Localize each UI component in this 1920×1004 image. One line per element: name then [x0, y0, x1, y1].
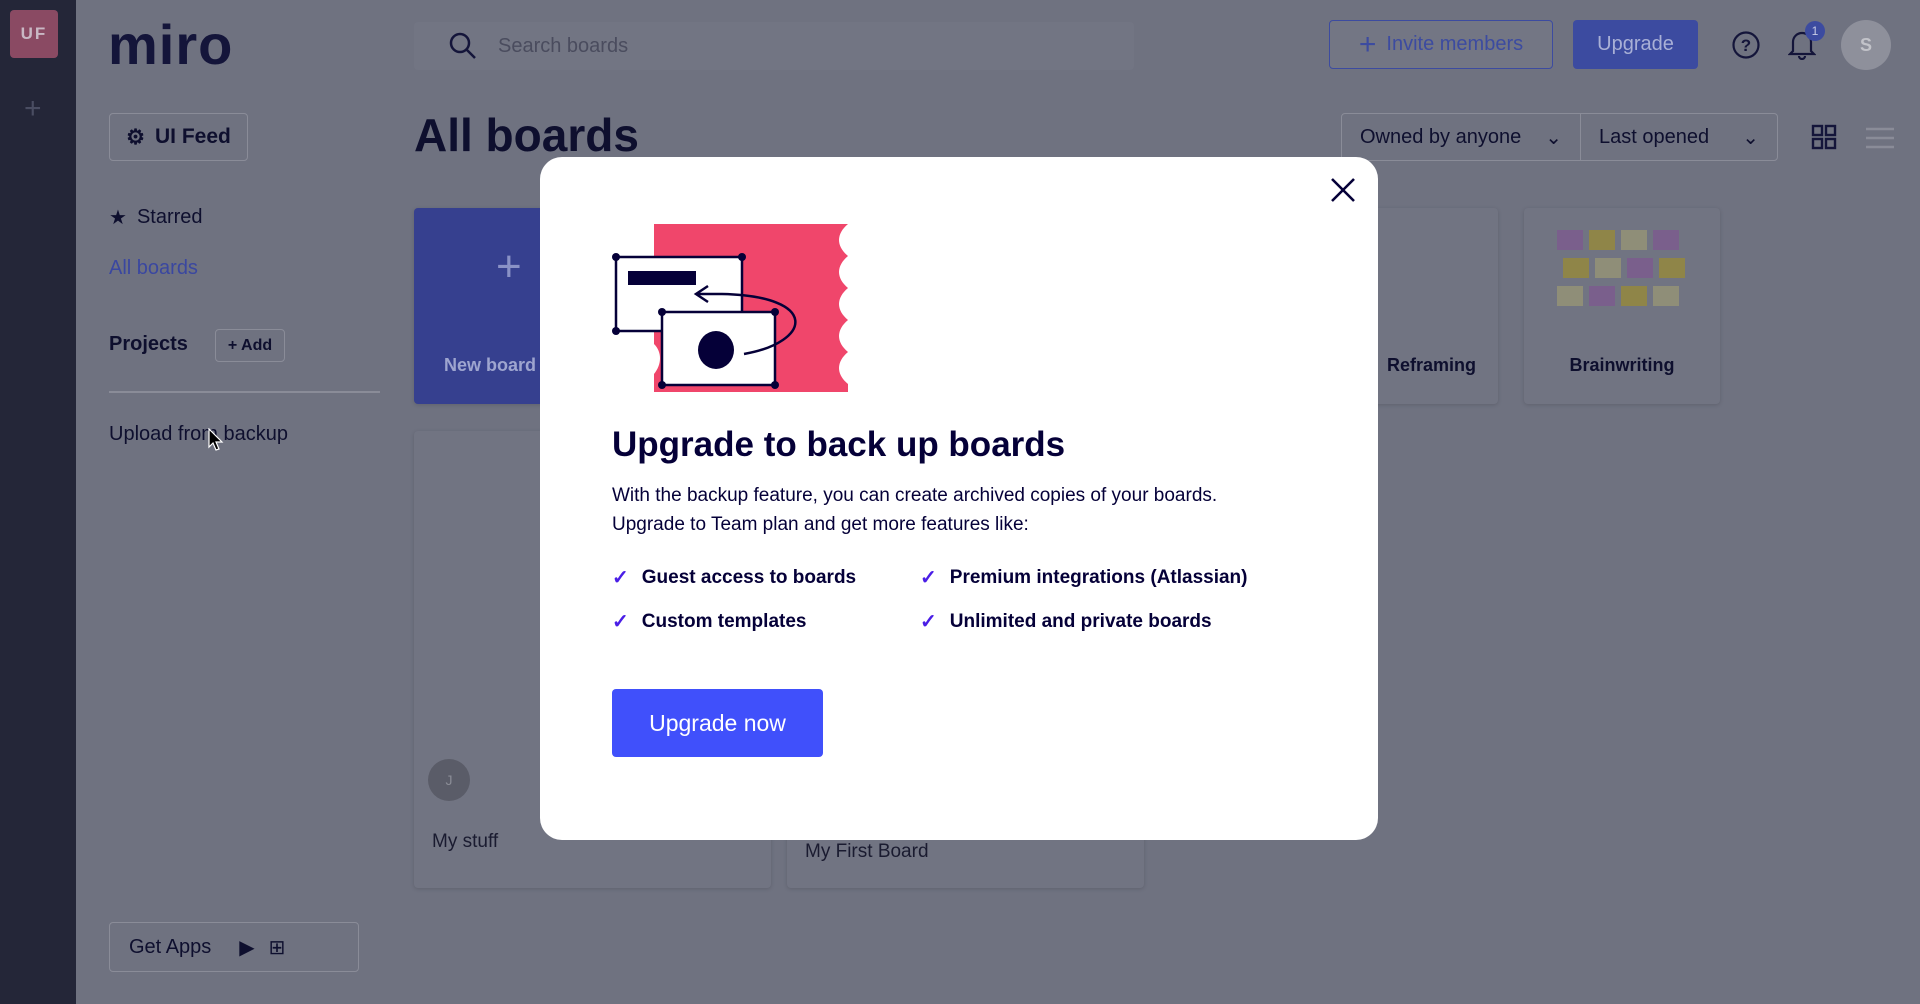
- board-name: My stuff: [432, 831, 499, 852]
- template-label: Brainwriting: [1569, 355, 1675, 375]
- star-icon: ★: [109, 207, 127, 229]
- upgrade-button[interactable]: Upgrade: [1573, 20, 1698, 69]
- feature-item: ✓ Premium integrations (Atlassian): [920, 565, 1248, 590]
- feature-label: Custom templates: [641, 610, 807, 632]
- sort-value: Last opened: [1599, 125, 1710, 148]
- team-name: UI Feed: [154, 125, 231, 148]
- get-apps-button[interactable]: Get Apps ▶ ⊞: [109, 922, 359, 972]
- chevron-down-icon: ⌄: [1545, 126, 1562, 149]
- list-view-icon[interactable]: [1866, 126, 1894, 150]
- backup-illustration: [612, 224, 848, 392]
- starred-label: Starred: [136, 206, 203, 228]
- invite-members-button[interactable]: + Invite members: [1329, 20, 1553, 69]
- template-label: Reframing: [1386, 355, 1476, 375]
- upgrade-now-button[interactable]: Upgrade now: [612, 689, 823, 757]
- search-input[interactable]: [498, 34, 998, 58]
- gear-icon: ⚙: [126, 125, 145, 149]
- sidebar-divider: [109, 391, 380, 393]
- workspace-badge[interactable]: UF: [10, 10, 58, 58]
- description-line: With the backup feature, you can create …: [612, 485, 1218, 506]
- modal-description: With the backup feature, you can create …: [612, 481, 1312, 539]
- check-icon: ✓: [920, 567, 937, 589]
- owner-filter-dropdown[interactable]: Owned by anyone ⌄: [1342, 114, 1581, 160]
- feature-item: ✓ Custom templates: [612, 609, 806, 634]
- windows-icon[interactable]: ⊞: [269, 935, 286, 960]
- owner-filter-value: Owned by anyone: [1360, 125, 1522, 148]
- owner-avatar: J: [428, 759, 470, 801]
- sidebar-item-starred[interactable]: ★ Starred: [109, 205, 203, 230]
- add-workspace-icon[interactable]: +: [24, 92, 42, 126]
- template-card-brainwriting[interactable]: Brainwriting: [1524, 208, 1720, 404]
- plus-icon: +: [1358, 27, 1377, 61]
- template-label: New board: [444, 355, 537, 375]
- sticky-notes-thumbnail: [1557, 230, 1685, 306]
- svg-text:?: ?: [1741, 36, 1751, 55]
- chevron-down-icon: ⌄: [1742, 126, 1759, 149]
- grid-view-icon[interactable]: [1811, 124, 1837, 150]
- user-avatar[interactable]: S: [1841, 20, 1891, 70]
- search-bar[interactable]: [414, 22, 1134, 70]
- page-title: All boards: [414, 109, 639, 161]
- plus-icon: +: [496, 242, 522, 291]
- board-filters: Owned by anyone ⌄ Last opened ⌄: [1341, 113, 1778, 161]
- sort-dropdown[interactable]: Last opened ⌄: [1581, 114, 1777, 160]
- modal-title: Upgrade to back up boards: [612, 425, 1066, 464]
- feature-item: ✓ Unlimited and private boards: [920, 609, 1212, 634]
- feature-label: Premium integrations (Atlassian): [949, 566, 1248, 588]
- close-icon[interactable]: [1326, 173, 1360, 207]
- board-name: My First Board: [805, 841, 929, 862]
- help-icon[interactable]: ?: [1731, 30, 1761, 60]
- add-project-button[interactable]: + Add: [215, 329, 285, 362]
- google-play-icon[interactable]: ▶: [239, 935, 254, 960]
- feature-item: ✓ Guest access to boards: [612, 565, 856, 590]
- projects-heading: Projects: [109, 333, 188, 355]
- sidebar-item-all-boards[interactable]: All boards: [109, 257, 198, 280]
- team-switcher-button[interactable]: ⚙ UI Feed: [109, 113, 248, 161]
- notification-badge: 1: [1805, 21, 1825, 41]
- upload-from-backup-link[interactable]: Upload from backup: [109, 423, 288, 446]
- search-icon: [449, 32, 476, 59]
- workspace-rail: UF +: [0, 0, 76, 1004]
- miro-logo[interactable]: miro: [108, 12, 233, 77]
- feature-label: Guest access to boards: [641, 566, 857, 588]
- check-icon: ✓: [920, 611, 937, 633]
- mouse-cursor-icon: [208, 428, 224, 451]
- invite-label: Invite members: [1386, 33, 1524, 55]
- get-apps-label: Get Apps: [129, 935, 212, 958]
- check-icon: ✓: [612, 611, 629, 633]
- feature-label: Unlimited and private boards: [949, 610, 1212, 632]
- check-icon: ✓: [612, 567, 629, 589]
- description-line: Upgrade to Team plan and get more featur…: [612, 514, 1029, 535]
